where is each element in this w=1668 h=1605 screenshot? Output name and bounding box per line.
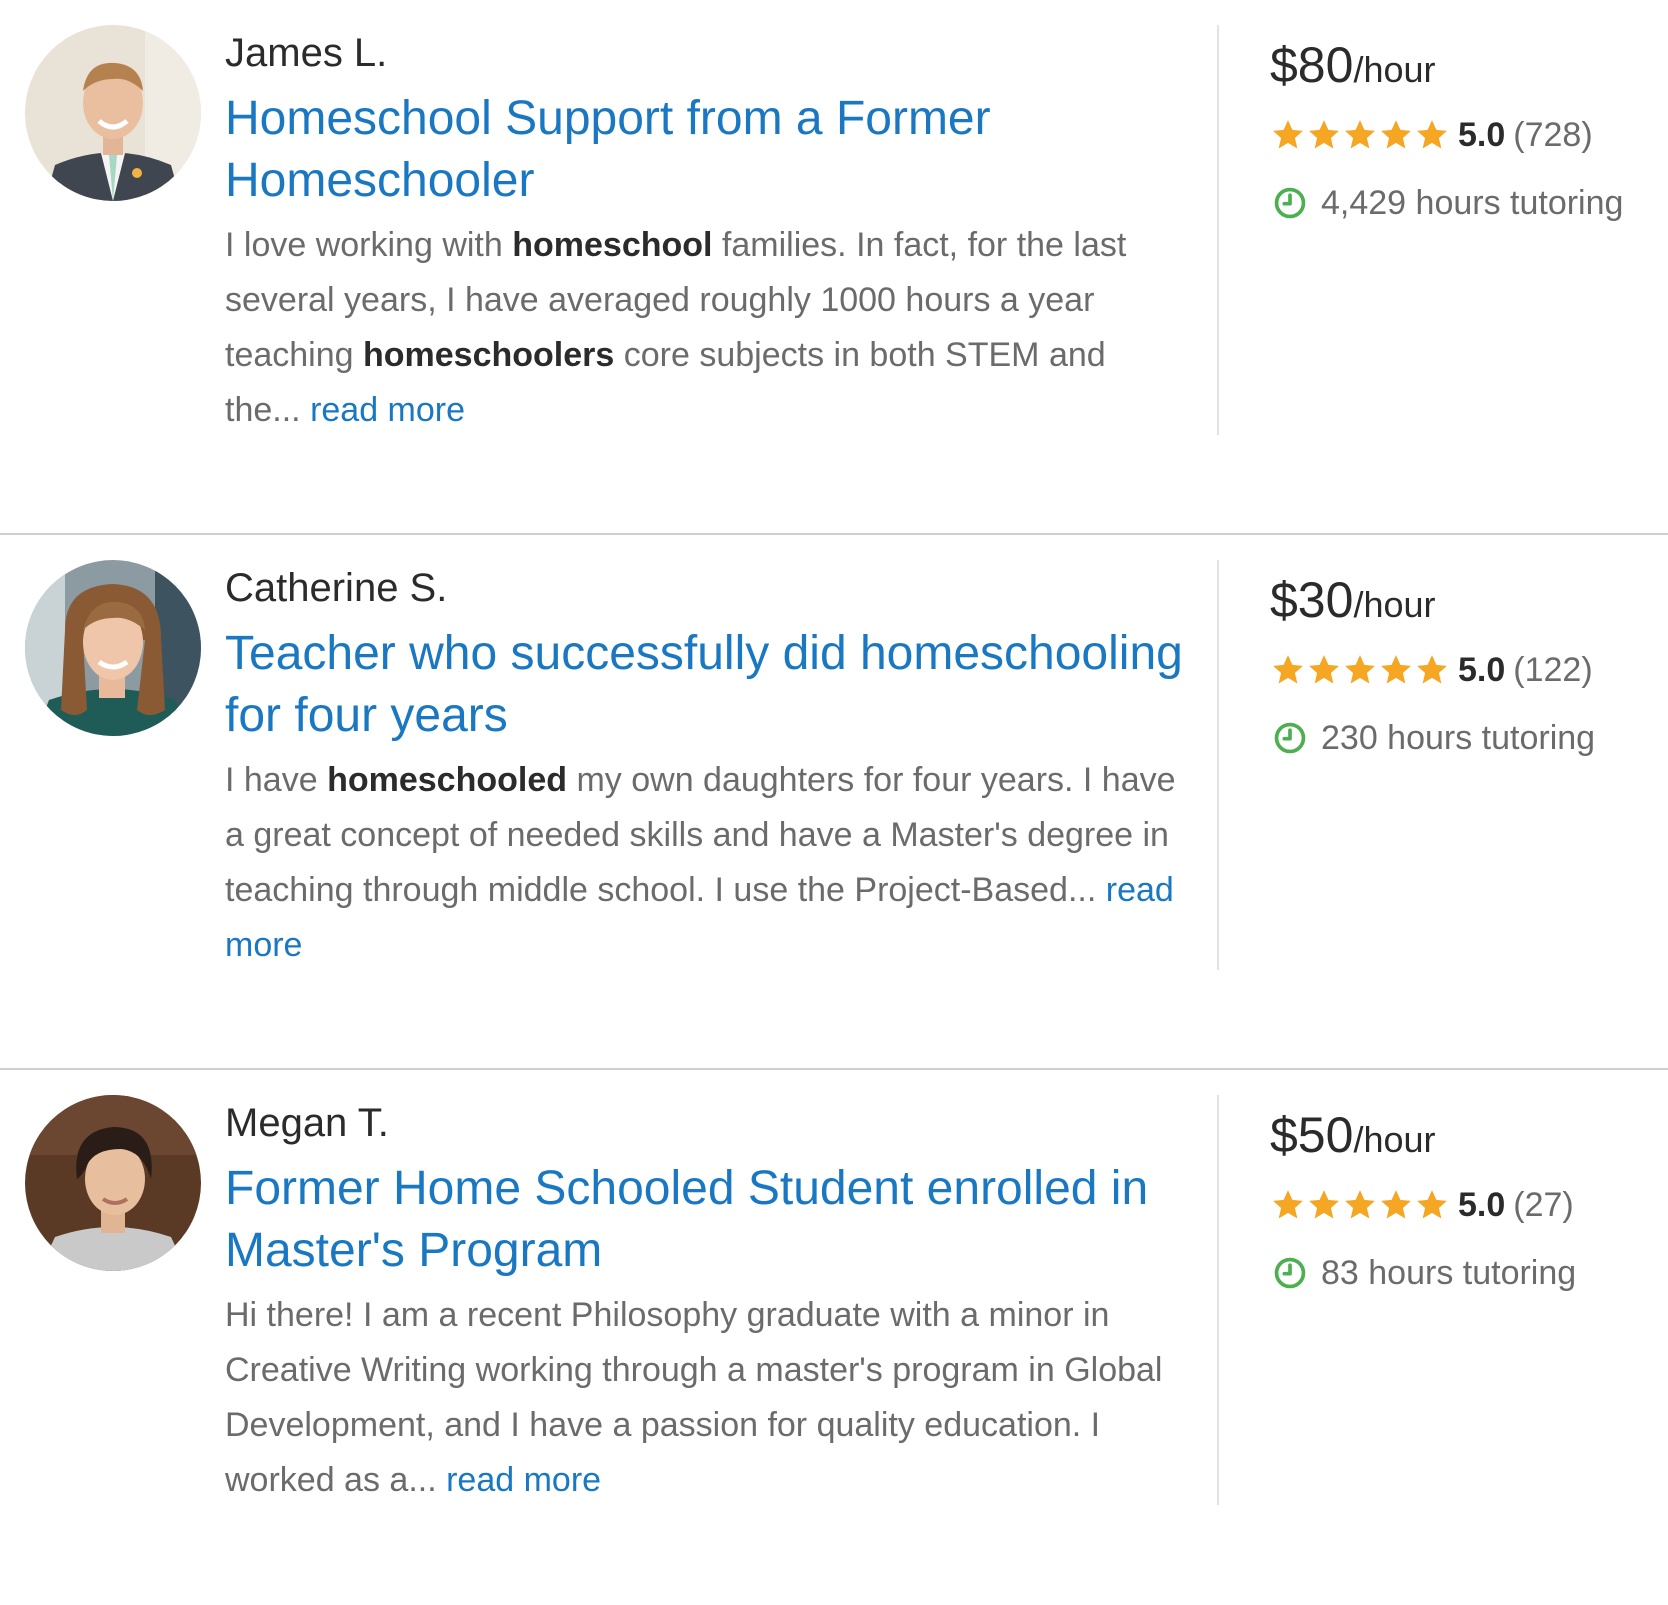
tutor-description: I love working with homeschool families.…: [225, 218, 1185, 438]
tutor-description: I have homeschooled my own daughters for…: [225, 753, 1185, 973]
tutor-photo-icon: [25, 25, 201, 201]
star-icon: [1273, 655, 1303, 684]
rate-amount: $50: [1270, 1107, 1354, 1163]
hourly-rate: $50/hour: [1270, 1100, 1660, 1170]
clock-icon: [1274, 187, 1306, 219]
star-icon: [1309, 120, 1339, 149]
review-count: (27): [1513, 1185, 1574, 1224]
tutor-title-link[interactable]: Homeschool Support from a Former Homesch…: [225, 88, 1185, 212]
description-text: Hi there! I am a recent Philosophy gradu…: [225, 1296, 1163, 1499]
tutor-stats: $80/hour 5.0 (728) 4,429 hours tutoring: [1270, 30, 1660, 233]
tutor-avatar[interactable]: [25, 25, 201, 201]
star-icon: [1273, 120, 1303, 149]
description-keyword: homeschooled: [327, 761, 568, 799]
rating-row: 5.0 (122): [1270, 640, 1660, 700]
review-count: (122): [1513, 650, 1593, 689]
rating-row: 5.0 (728): [1270, 105, 1660, 165]
description-text: I love working with: [225, 226, 513, 264]
read-more-link[interactable]: read more: [446, 1461, 601, 1499]
review-count: (728): [1513, 115, 1593, 154]
star-rating: [1270, 118, 1450, 152]
star-icon: [1345, 655, 1375, 684]
rate-unit: /hour: [1353, 49, 1436, 90]
hourly-rate: $80/hour: [1270, 30, 1660, 100]
star-icon: [1345, 1190, 1375, 1219]
rate-amount: $80: [1270, 37, 1354, 93]
rating-value: 5.0: [1458, 115, 1506, 154]
tutor-card: Catherine S. Teacher who successfully di…: [0, 535, 1668, 1070]
description-keyword: homeschool: [512, 226, 713, 264]
rating-value: 5.0: [1458, 1185, 1506, 1224]
star-icon: [1417, 1190, 1447, 1219]
tutor-name: Catherine S.: [225, 566, 448, 610]
hours-tutoring: 230 hours tutoring: [1321, 718, 1596, 757]
star-rating: [1270, 653, 1450, 687]
description-text: I have: [225, 761, 328, 799]
rate-amount: $30: [1270, 572, 1354, 628]
tutor-name: James L.: [225, 31, 388, 75]
rating-value: 5.0: [1458, 650, 1506, 689]
tutor-stats: $50/hour 5.0 (27) 83 hours tutoring: [1270, 1100, 1660, 1303]
star-icon: [1345, 120, 1375, 149]
tutor-title-link[interactable]: Former Home Schooled Student enrolled in…: [225, 1158, 1185, 1282]
hours-row: 4,429 hours tutoring: [1270, 173, 1660, 233]
tutor-stats: $30/hour 5.0 (122) 230 hours tutoring: [1270, 565, 1660, 768]
read-more-link[interactable]: read more: [310, 391, 465, 429]
tutor-card: James L. Homeschool Support from a Forme…: [0, 0, 1668, 535]
tutor-avatar[interactable]: [25, 1095, 201, 1271]
star-icon: [1273, 1190, 1303, 1219]
tutor-name: Megan T.: [225, 1101, 389, 1145]
column-divider: [1217, 25, 1219, 435]
tutor-description: Hi there! I am a recent Philosophy gradu…: [225, 1288, 1185, 1508]
tutor-photo-icon: [25, 1095, 201, 1271]
star-icon: [1309, 1190, 1339, 1219]
hours-row: 83 hours tutoring: [1270, 1243, 1660, 1303]
clock-icon: [1274, 1257, 1306, 1289]
hours-tutoring: 4,429 hours tutoring: [1321, 183, 1624, 222]
tutor-card: Megan T. Former Home Schooled Student en…: [0, 1070, 1668, 1605]
star-icon: [1417, 120, 1447, 149]
star-icon: [1417, 655, 1447, 684]
column-divider: [1217, 560, 1219, 970]
tutor-list: James L. Homeschool Support from a Forme…: [0, 0, 1668, 1605]
star-icon: [1309, 655, 1339, 684]
star-icon: [1381, 120, 1411, 149]
rating-row: 5.0 (27): [1270, 1175, 1660, 1235]
tutor-avatar[interactable]: [25, 560, 201, 736]
column-divider: [1217, 1095, 1219, 1505]
tutor-title-link[interactable]: Teacher who successfully did homeschooli…: [225, 623, 1185, 747]
tutor-photo-icon: [25, 560, 201, 736]
hours-tutoring: 83 hours tutoring: [1321, 1253, 1577, 1292]
rate-unit: /hour: [1353, 1119, 1436, 1160]
star-icon: [1381, 1190, 1411, 1219]
star-icon: [1381, 655, 1411, 684]
rate-unit: /hour: [1353, 584, 1436, 625]
star-rating: [1270, 1188, 1450, 1222]
hours-row: 230 hours tutoring: [1270, 708, 1660, 768]
hourly-rate: $30/hour: [1270, 565, 1660, 635]
description-keyword: homeschoolers: [363, 336, 615, 374]
clock-icon: [1274, 722, 1306, 754]
